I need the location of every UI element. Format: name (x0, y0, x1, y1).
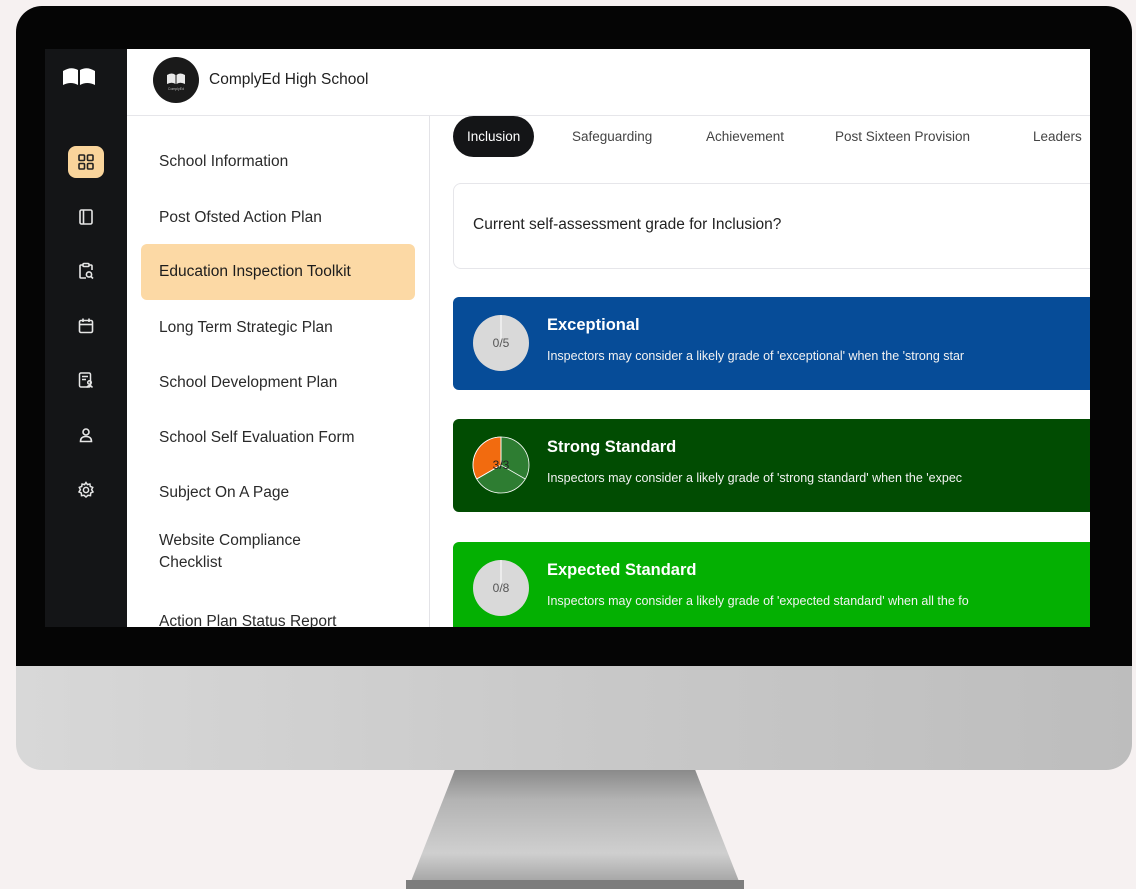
dashboard-grid-icon[interactable] (68, 146, 104, 178)
tab-label: Post Sixteen Provision (835, 129, 971, 144)
tab-label: Achievement (706, 129, 785, 144)
grade-card-strong-standard[interactable]: 3/3 Strong Standard Inspectors may consi… (453, 419, 1090, 512)
top-bar: ComplyEd ComplyEd High School (127, 49, 1090, 116)
progress-label: 0/5 (492, 336, 510, 350)
calendar-icon[interactable] (68, 310, 104, 342)
nav-item-label: Subject On A Page (159, 484, 290, 501)
clipboard-search-icon[interactable] (68, 255, 104, 287)
nav-item-subject-on-a-page[interactable]: Subject On A Page (141, 465, 415, 521)
main-content: Inclusion Safeguarding Achievement Post … (430, 116, 1090, 627)
section-nav: School Information Post Ofsted Action Pl… (127, 116, 430, 627)
report-users-icon[interactable] (68, 364, 104, 396)
tab-achievement[interactable]: Achievement (706, 116, 784, 157)
grade-title: Exceptional (547, 316, 640, 334)
open-book-logo-icon[interactable] (61, 63, 97, 89)
school-name: ComplyEd High School (209, 71, 369, 88)
book-icon[interactable] (68, 201, 104, 233)
nav-item-label: School Information (159, 153, 289, 170)
tab-safeguarding[interactable]: Safeguarding (572, 116, 652, 157)
category-tabs: Inclusion Safeguarding Achievement Post … (453, 116, 1090, 158)
nav-item-label: School Development Plan (159, 374, 338, 391)
nav-item-label: Education Inspection Toolkit (159, 263, 351, 280)
question-card: Current self-assessment grade for Inclus… (453, 183, 1090, 269)
tab-post-sixteen-provision[interactable]: Post Sixteen Provision (835, 116, 970, 157)
nav-item-label: Post Ofsted Action Plan (159, 209, 322, 226)
nav-item-label: School Self Evaluation Form (159, 429, 355, 446)
nav-item-label: Long Term Strategic Plan (159, 319, 333, 336)
user-icon[interactable] (68, 419, 104, 451)
monitor-chin (16, 666, 1132, 770)
monitor-stand (408, 770, 742, 889)
nav-item-school-self-evaluation-form[interactable]: School Self Evaluation Form (141, 410, 415, 466)
grade-title: Strong Standard (547, 438, 677, 456)
tab-label: Leaders (1033, 129, 1082, 144)
app-screen: ComplyEd ComplyEd High School School Inf… (45, 49, 1090, 627)
grade-card-exceptional[interactable]: 0/5 Exceptional Inspectors may consider … (453, 297, 1090, 390)
nav-item-label: Website Compliance Checklist (159, 532, 301, 571)
progress-label: 0/8 (492, 581, 510, 595)
nav-item-school-information[interactable]: School Information (141, 134, 415, 190)
nav-item-website-compliance-checklist[interactable]: Website Compliance Checklist (141, 522, 415, 582)
nav-item-education-inspection-toolkit[interactable]: Education Inspection Toolkit (141, 244, 415, 300)
nav-item-long-term-strategic-plan[interactable]: Long Term Strategic Plan (141, 300, 415, 356)
nav-item-post-ofsted-action-plan[interactable]: Post Ofsted Action Plan (141, 190, 415, 246)
settings-gear-icon[interactable] (68, 474, 104, 506)
question-text: Current self-assessment grade for Inclus… (473, 216, 782, 233)
school-logo-avatar[interactable]: ComplyEd (153, 57, 199, 103)
icon-rail (45, 49, 127, 627)
grade-description: Inspectors may consider a likely grade o… (547, 594, 969, 608)
tab-leaders[interactable]: Leaders (1033, 116, 1082, 157)
progress-label: 3/3 (492, 458, 510, 472)
nav-item-label: Action Plan Status Report (159, 613, 337, 627)
nav-item-action-plan-status-report[interactable]: Action Plan Status Report (141, 602, 415, 627)
nav-item-school-development-plan[interactable]: School Development Plan (141, 355, 415, 411)
monitor-stand-base (406, 880, 744, 889)
tab-inclusion[interactable]: Inclusion (453, 116, 535, 157)
tab-label: Safeguarding (572, 129, 653, 144)
tab-label: Inclusion (467, 129, 521, 144)
grade-card-expected-standard[interactable]: 0/8 Expected Standard Inspectors may con… (453, 542, 1090, 627)
grade-description: Inspectors may consider a likely grade o… (547, 471, 963, 485)
school-logo-text: ComplyEd (168, 87, 184, 91)
grade-description: Inspectors may consider a likely grade o… (547, 349, 965, 363)
grade-title: Expected Standard (547, 561, 697, 579)
